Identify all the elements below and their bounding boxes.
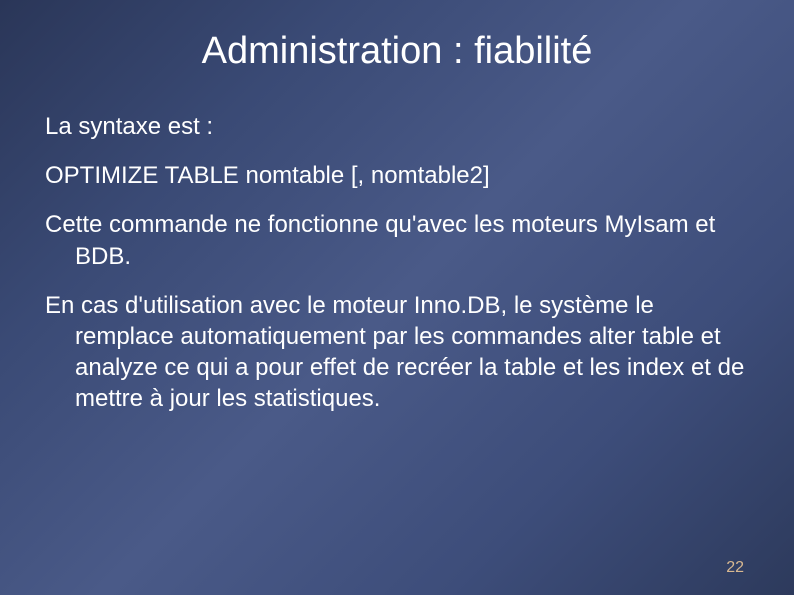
slide-container: Administration : fiabilité La syntaxe es… [0,0,794,595]
paragraph-4: En cas d'utilisation avec le moteur Inno… [45,290,749,415]
paragraph-1: La syntaxe est : [45,111,749,142]
paragraph-3: Cette commande ne fonctionne qu'avec les… [45,209,749,271]
page-number: 22 [726,559,744,577]
slide-body: La syntaxe est : OPTIMIZE TABLE nomtable… [45,111,749,415]
slide-title: Administration : fiabilité [45,30,749,73]
paragraph-2: OPTIMIZE TABLE nomtable [, nomtable2] [45,160,749,191]
